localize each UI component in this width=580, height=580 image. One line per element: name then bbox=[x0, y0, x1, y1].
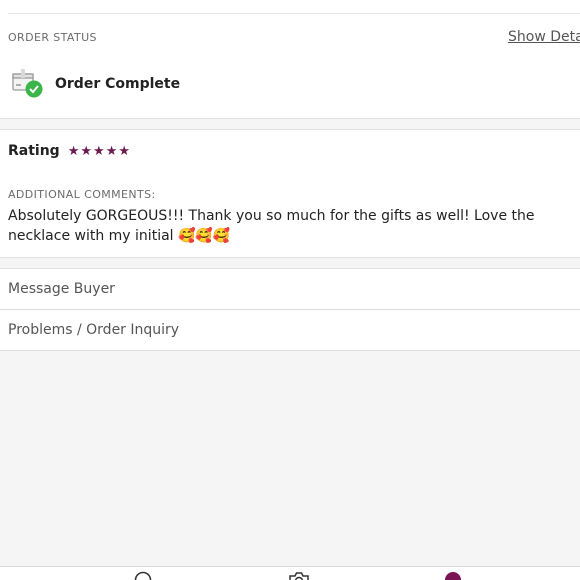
search-icon[interactable] bbox=[134, 571, 152, 580]
star-icon: ★ bbox=[93, 143, 105, 159]
star-icon: ★ bbox=[105, 143, 118, 159]
show-details-link[interactable]: Show Details bbox=[508, 29, 580, 45]
tab-bar bbox=[0, 566, 580, 580]
order-status-row: Order Complete bbox=[10, 68, 180, 100]
section-divider bbox=[0, 257, 580, 269]
additional-comments-text: Absolutely GORGEOUS!!! Thank you so much… bbox=[8, 208, 535, 244]
star-icon: ★ bbox=[118, 143, 130, 159]
rating-row: Rating ★ ★ ★ ★ ★ bbox=[8, 141, 131, 161]
profile-icon[interactable] bbox=[444, 571, 462, 580]
package-check-icon bbox=[10, 68, 44, 100]
order-status-text: Order Complete bbox=[55, 76, 181, 92]
star-icon: ★ bbox=[67, 143, 80, 159]
order-status-label: ORDER STATUS bbox=[8, 31, 97, 44]
problems-order-inquiry-button[interactable]: Problems / Order Inquiry bbox=[0, 310, 580, 351]
star-rating: ★ ★ ★ ★ ★ bbox=[68, 145, 131, 158]
additional-comments-label: ADDITIONAL COMMENTS: bbox=[8, 188, 156, 201]
top-divider bbox=[8, 13, 580, 14]
empty-area bbox=[0, 351, 580, 580]
problems-order-inquiry-label: Problems / Order Inquiry bbox=[8, 322, 180, 338]
rating-label: Rating bbox=[8, 143, 60, 159]
star-icon: ★ bbox=[80, 143, 93, 159]
message-buyer-button[interactable]: Message Buyer bbox=[0, 269, 580, 310]
section-divider bbox=[0, 118, 580, 130]
message-buyer-label: Message Buyer bbox=[8, 281, 115, 297]
camera-icon[interactable] bbox=[288, 571, 310, 580]
